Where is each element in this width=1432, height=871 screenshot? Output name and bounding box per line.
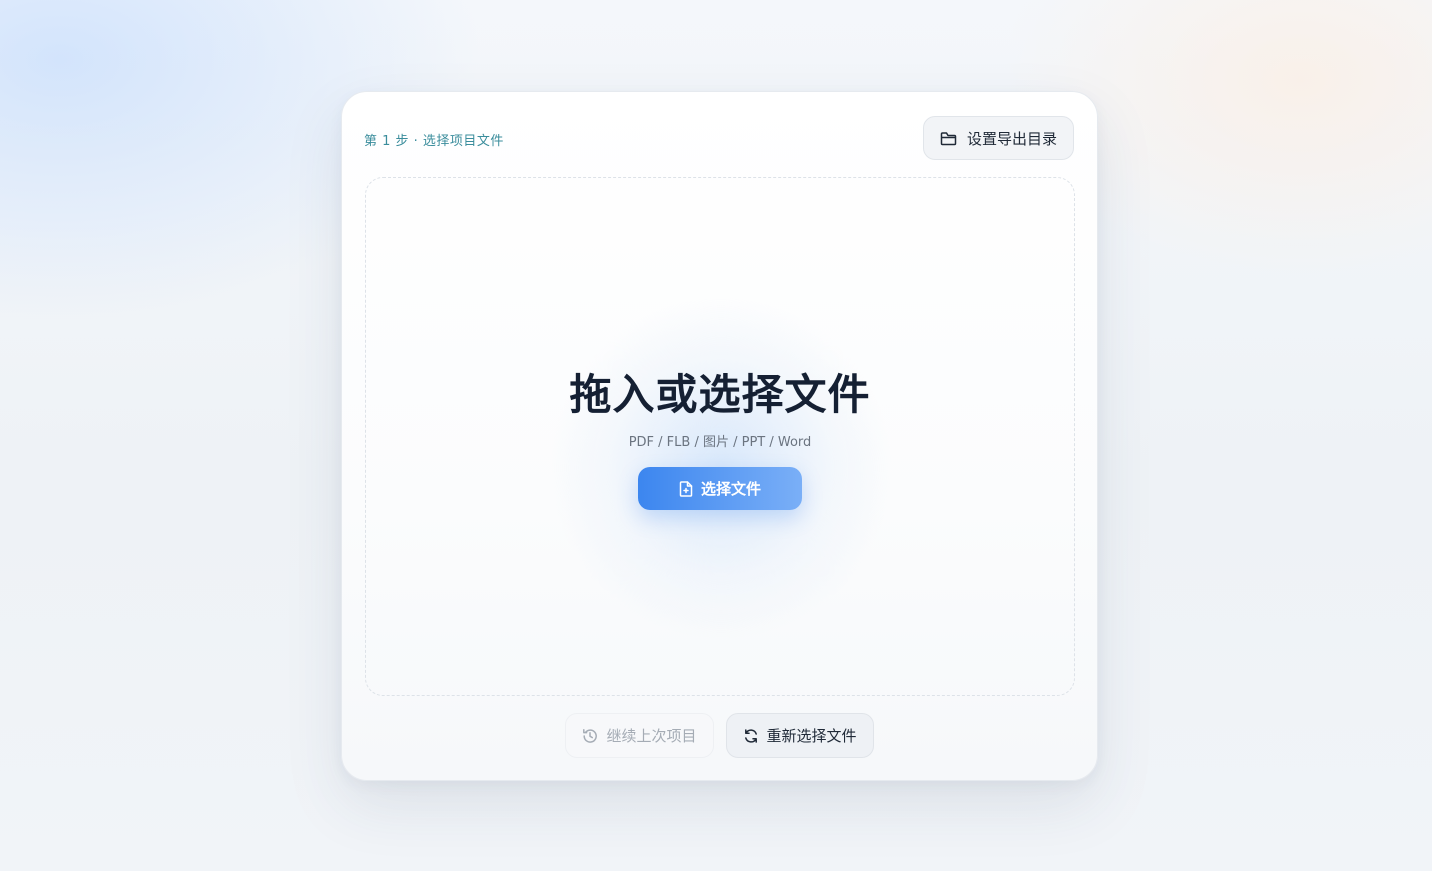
file-plus-icon — [679, 480, 693, 497]
file-select-card: 第 1 步 · 选择项目文件 设置导出目录 拖入或选择文件 PDF / FLB … — [341, 91, 1098, 781]
choose-file-button[interactable]: 选择文件 — [638, 467, 802, 510]
refresh-icon — [743, 728, 759, 744]
supported-formats: PDF / FLB / 图片 / PPT / Word — [628, 435, 812, 450]
history-icon — [582, 728, 598, 744]
dropzone-title: 拖入或选择文件 — [569, 370, 871, 419]
reselect-file-button[interactable]: 重新选择文件 — [725, 713, 874, 758]
set-export-dir-button[interactable]: 设置导出目录 — [922, 116, 1074, 160]
continue-last-project-button[interactable]: 继续上次项目 — [565, 713, 714, 758]
file-dropzone[interactable]: 拖入或选择文件 PDF / FLB / 图片 / PPT / Word 选择文件 — [365, 177, 1075, 696]
choose-file-label: 选择文件 — [700, 480, 761, 498]
step-label: 第 1 步 · 选择项目文件 — [364, 134, 504, 149]
folder-icon — [940, 131, 957, 146]
reselect-file-label: 重新选择文件 — [766, 727, 857, 745]
continue-last-project-label: 继续上次项目 — [606, 727, 697, 745]
set-export-dir-label: 设置导出目录 — [966, 129, 1057, 148]
bottom-actions: 继续上次项目 重新选择文件 — [342, 713, 1097, 758]
